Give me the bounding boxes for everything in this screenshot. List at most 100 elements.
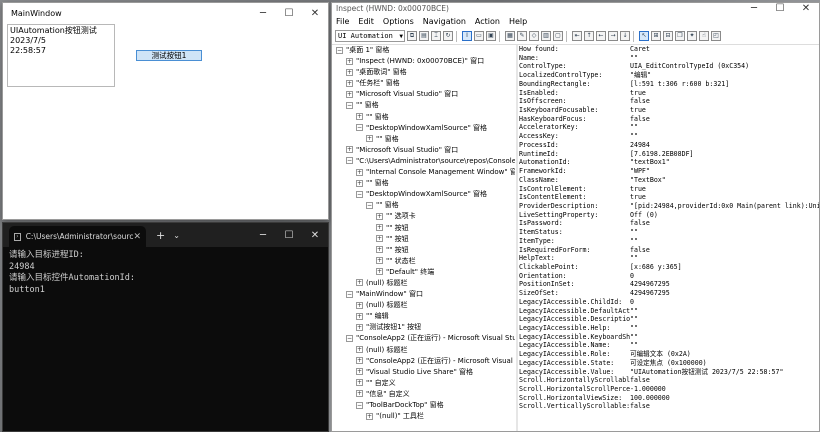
property-row[interactable]: ProviderDescription: "[pid:24984,provider… [519,202,819,211]
tree-node[interactable]: + "" 按钮 [334,223,515,234]
property-row[interactable]: AutomationId: "textBox1" [519,158,819,167]
maximize-icon[interactable]: ☐ [276,3,302,23]
tree-node[interactable]: − "MainWindow" 窗口 [334,289,515,300]
property-row[interactable]: LegacyIAccessible.Description: "" [519,315,819,324]
tree-node[interactable]: + "Visual Studio Live Share" 窗格 [334,367,515,378]
tree-node[interactable]: + "" 按钮 [334,245,515,256]
maximize-icon[interactable]: ☐ [767,3,793,14]
property-row[interactable]: AccessKey: "" [519,132,819,141]
tree-node[interactable]: − "C:\Users\Administrator\source\repos\Co… [334,156,515,167]
property-row[interactable]: HelpText: "" [519,254,819,263]
terminal-tab[interactable]: › C:\Users\Administrator\sourc ✕ [9,226,146,247]
property-row[interactable]: Name: "" [519,54,819,63]
tree-node[interactable]: − "DesktopWindowXamlSource" 窗格 [334,123,515,134]
tree-icon[interactable]: ▥ [541,31,551,41]
tree-node[interactable]: − "ToolBarDockTop" 窗格 [334,400,515,411]
tree-node[interactable]: + "Microsoft Visual Studio" 窗口 [334,145,515,156]
watch-focus-icon[interactable]: ⧉ [407,31,417,41]
new-tab-icon[interactable]: + [156,229,165,242]
property-row[interactable]: PositionInSet: 4294967295 [519,280,819,289]
property-row[interactable]: Scroll.HorizontalViewSize: 100.000000 [519,394,819,403]
expand-node-icon[interactable]: + [376,212,383,220]
expand-node-icon[interactable]: + [356,357,363,365]
tree-node[interactable]: + "(null)" 工具栏 [334,411,515,422]
property-row[interactable]: LegacyIAccessible.ChildId: 0 [519,298,819,307]
tree-node[interactable]: + "测试按钮1" 按钮 [334,322,515,333]
terminal-output[interactable]: 请输入目标进程ID: 24984 请输入目标控件AutomationId: butto… [3,247,328,299]
expand-icon[interactable]: ⊞ [651,31,661,41]
property-row[interactable]: LegacyIAccessible.KeyboardShortcut:"" [519,333,819,342]
property-row[interactable]: How found: Caret [519,45,819,54]
property-row[interactable]: LegacyIAccessible.Name: "" [519,341,819,350]
expand-node-icon[interactable]: + [366,412,373,420]
info-icon[interactable]: ▢ [553,31,563,41]
tree-node[interactable]: − "DesktopWindowXamlSource" 窗格 [334,189,515,200]
property-row[interactable]: ItemStatus: "" [519,228,819,237]
property-row[interactable]: LegacyIAccessible.DefaultAction:"" [519,307,819,316]
collapse-node-icon[interactable]: − [346,334,353,342]
tree-node[interactable]: + (null) 标题栏 [334,278,515,289]
highlight-rect-icon[interactable]: ▭ [474,31,484,41]
expand-node-icon[interactable]: + [356,301,363,309]
settings-icon[interactable]: ✎ [517,31,527,41]
property-row[interactable]: IsEnabled: true [519,89,819,98]
mode-combo[interactable]: UI Automation ▼ [335,30,405,42]
property-row[interactable]: LocalizedControlType: "编辑" [519,71,819,80]
tree-node[interactable]: + "" 状态栏 [334,256,515,267]
tree-node[interactable]: + "" 编辑 [334,311,515,322]
expand-node-icon[interactable]: + [376,257,383,265]
menu-options[interactable]: Options [383,17,414,26]
menu-navigation[interactable]: Navigation [423,17,466,26]
tree-node[interactable]: − "" 窗格 [334,100,515,111]
tree-node[interactable]: + "" 选项卡 [334,211,515,222]
tree-node[interactable]: + "" 窗格 [334,178,515,189]
property-row[interactable]: IsControlElement: true [519,185,819,194]
property-row[interactable]: FrameworkId: "WPF" [519,167,819,176]
expand-node-icon[interactable]: + [346,68,353,76]
menu-help[interactable]: Help [509,17,527,26]
main-window-titlebar[interactable]: MainWindow ─ ☐ ✕ [3,3,328,23]
property-row[interactable]: LiveSettingProperty: Off (0) [519,211,819,220]
tree-node[interactable]: + (null) 标题栏 [334,345,515,356]
refresh-icon[interactable]: ↻ [443,31,453,41]
close-icon[interactable]: ✕ [793,3,819,14]
property-row[interactable]: Scroll.HorizontallyScrollable: false [519,376,819,385]
tree-node[interactable]: + "ConsoleApp2 (正在运行) - Microsoft Visual [334,356,515,367]
event-icon[interactable]: ◇ [529,31,539,41]
property-row[interactable]: LegacyIAccessible.Value: "UIAutomation按钮测… [519,368,819,377]
nav-first-icon[interactable]: ⇤ [572,31,582,41]
property-row[interactable]: AcceleratorKey: "" [519,123,819,132]
property-row[interactable]: ItemType: "" [519,237,819,246]
expand-node-icon[interactable]: + [356,390,363,398]
expand-node-icon[interactable]: + [376,224,383,231]
tree-node[interactable]: − "桌面 1" 窗格 [334,45,515,56]
menu-file[interactable]: File [336,17,349,26]
tree-node[interactable]: − "ConsoleApp2 (正在运行) - Microsoft Visual … [334,333,515,344]
pattern-icon[interactable]: ▦ [505,31,515,41]
property-row[interactable]: SizeOfSet: 4294967295 [519,289,819,298]
chevron-down-icon[interactable]: ⌄ [173,231,180,240]
collapse-node-icon[interactable]: − [346,101,353,109]
copy-icon[interactable]: ❐ [675,31,685,41]
maximize-icon[interactable]: ☐ [276,223,302,247]
collapse-node-icon[interactable]: − [366,201,373,209]
pane-splitter[interactable] [516,45,518,431]
property-row[interactable]: RuntimeId: [7.6198.2EB08DF] [519,150,819,159]
tree-node[interactable]: + "Default" 终端 [334,267,515,278]
collapse-node-icon[interactable]: − [356,124,363,132]
nav-up-icon[interactable]: ↑ [584,31,594,41]
tree-node[interactable]: + "Internal Console Management Window" 窗 [334,167,515,178]
property-row[interactable]: IsRequiredForForm: false [519,246,819,255]
property-row[interactable]: BoundingRectangle: [l:591 t:306 r:600 b:3… [519,80,819,89]
tab-close-icon[interactable]: ✕ [133,232,141,242]
property-row[interactable]: Orientation: 0 [519,272,819,281]
property-row[interactable]: IsContentElement: true [519,193,819,202]
nav-left-icon[interactable]: ← [596,31,606,41]
caret-mode-icon[interactable]: I [462,31,472,41]
expand-node-icon[interactable]: + [356,368,363,376]
property-row[interactable]: ClickablePoint: [x:686 y:365] [519,263,819,272]
expand-node-icon[interactable]: + [356,279,363,287]
expand-node-icon[interactable]: + [356,379,363,387]
inspect-titlebar[interactable]: Inspect (HWND: 0x00070BCE) ─ ☐ ✕ [332,3,819,14]
hand-icon[interactable]: ☝ [699,31,709,41]
